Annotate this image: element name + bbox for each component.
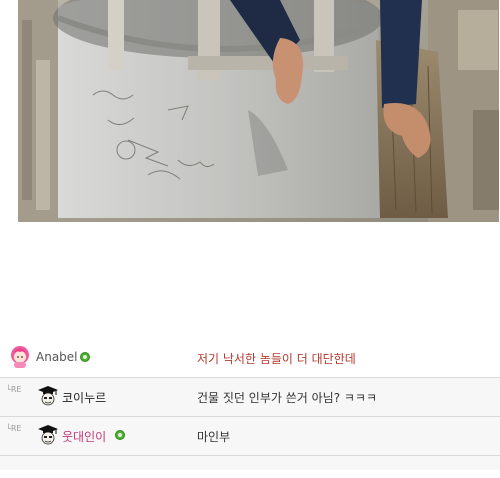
graduate-cap-avatar-icon[interactable] [38, 424, 58, 446]
comment-nickname[interactable]: 코이누르 [62, 389, 106, 406]
comment-text: 저기 낙서한 놈들이 더 대단한데 [197, 352, 356, 366]
online-status-icon [80, 352, 90, 362]
comment-row-partial [0, 456, 500, 470]
online-status-icon [115, 430, 125, 440]
post-photo [18, 0, 499, 222]
comment-row: Anabel 저기 낙서한 놈들이 더 대단한데 [0, 339, 500, 378]
comment-row-reply: └RE 웃대인이 마인부 [0, 417, 500, 456]
reply-marker: └RE [6, 424, 22, 433]
comment-text: 마인부 [197, 430, 231, 444]
comment-nickname[interactable]: Anabel [36, 350, 78, 364]
graduate-cap-avatar-icon[interactable] [38, 385, 58, 407]
reply-marker: └RE [6, 385, 22, 394]
building-top-photo [18, 0, 499, 222]
comment-text: 건물 짓던 인부가 쓴거 아님? ㅋㅋㅋ [197, 391, 378, 405]
comment-list: Anabel 저기 낙서한 놈들이 더 대단한데 └RE 코이누르 건물 짓던 … [0, 339, 500, 470]
comment-nickname[interactable]: 웃대인이 [62, 428, 106, 445]
comment-row-reply: └RE 코이누르 건물 짓던 인부가 쓴거 아님? ㅋㅋㅋ [0, 378, 500, 417]
pink-hair-avatar-icon[interactable] [10, 346, 30, 368]
